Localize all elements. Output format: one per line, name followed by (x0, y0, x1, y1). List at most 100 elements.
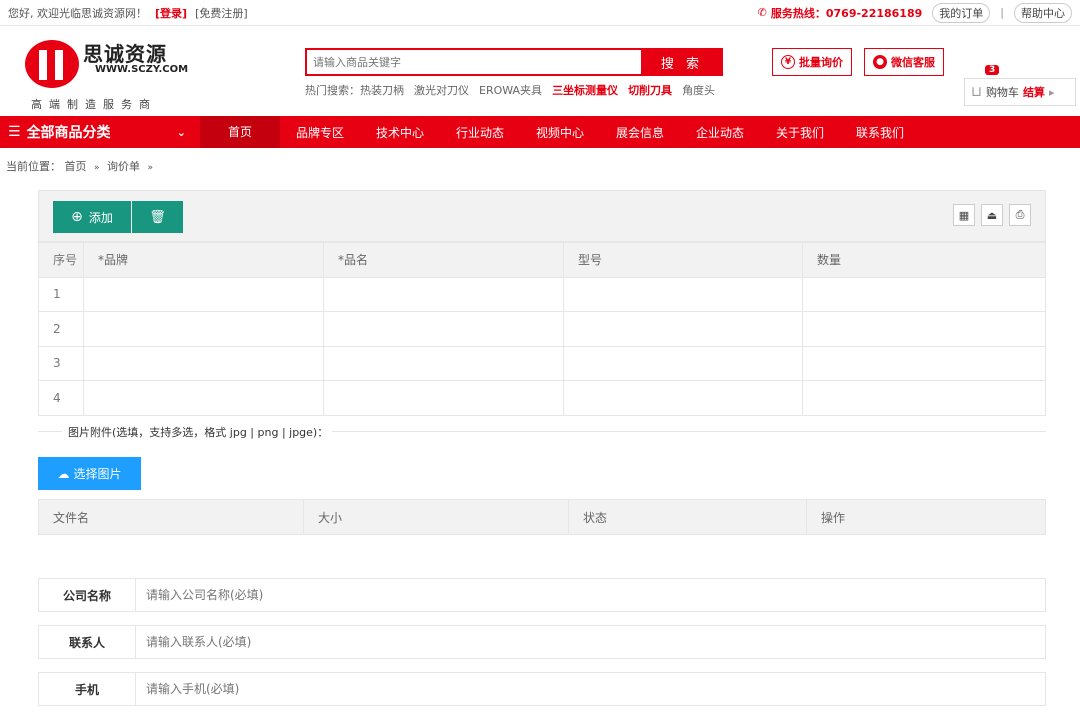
product-name-cell[interactable] (323, 276, 564, 312)
login-link[interactable]: [登录] (155, 5, 187, 21)
col-size: 大小 (303, 499, 569, 535)
inquiry-table: 序号 *品牌 *品名 型号 数量 1 2 3 4 (38, 242, 1046, 416)
chevron-down-icon: ⌄ (176, 125, 186, 139)
cart-settle[interactable]: 结算 (1023, 84, 1045, 100)
wechat-service-label: 微信客服 (891, 56, 935, 69)
attachment-title: 图片附件(选填，支持多选，格式 jpg | png | jpge)： (64, 424, 333, 440)
nav-item-exhibition[interactable]: 展会信息 (600, 124, 680, 141)
hot-search-item[interactable]: 角度头 (682, 82, 715, 98)
breadcrumb-home[interactable]: 首页 (65, 160, 87, 173)
hot-search-item[interactable]: EROWA夹具 (479, 82, 542, 98)
file-list-table: 文件名 大小 状态 操作 (38, 499, 1046, 535)
product-name-cell[interactable] (323, 380, 564, 416)
brand-cell[interactable] (83, 380, 324, 416)
top-bar: 您好, 欢迎光临思诚资源网！ [登录] [免费注册] ✆ 服务热线：0769-2… (0, 0, 1080, 26)
wechat-service-button[interactable]: ● 微信客服 (864, 48, 944, 76)
help-center-link[interactable]: 帮助中心 (1014, 2, 1072, 23)
inquiry-toolbar: ⊕ 添加 🗑︎ ▦ ⏏ ⎙ (38, 190, 1046, 242)
breadcrumb-label: 当前位置： (6, 160, 61, 173)
model-cell[interactable] (563, 311, 803, 347)
row-index: 1 (38, 276, 84, 312)
columns-icon[interactable]: ▦ (953, 204, 975, 226)
col-action: 操作 (806, 499, 1046, 535)
search-button[interactable]: 搜 索 (641, 48, 723, 76)
hot-search-item[interactable]: 切削刀具 (628, 82, 672, 98)
hot-search-item[interactable]: 激光对刀仪 (414, 82, 469, 98)
quantity-cell[interactable] (802, 380, 1046, 416)
register-link[interactable]: [免费注册] (195, 5, 248, 21)
file-table-header: 文件名 大小 状态 操作 (38, 499, 1046, 535)
contact-row: 联系人 (38, 625, 1046, 659)
phone-input[interactable] (136, 673, 1045, 705)
contact-label: 联系人 (39, 626, 136, 658)
brand-cell[interactable] (83, 276, 324, 312)
logo-slogan: 高端制造服务商 (31, 98, 157, 111)
bulk-inquiry-button[interactable]: ¥ 批量询价 (772, 48, 852, 76)
product-name-cell[interactable] (323, 311, 564, 347)
site-logo[interactable]: 思诚资源 WWW.SCZY.COM 高端制造服务商 (25, 38, 189, 111)
col-filename: 文件名 (38, 499, 304, 535)
quantity-cell[interactable] (802, 276, 1046, 312)
nav-item-about[interactable]: 关于我们 (760, 124, 840, 141)
nav-item-tech[interactable]: 技术中心 (360, 124, 440, 141)
my-orders-link[interactable]: 我的订单 (932, 2, 991, 23)
row-index: 2 (38, 311, 84, 347)
model-cell[interactable] (563, 380, 803, 416)
breadcrumb: 当前位置： 首页 » 询价单 » (6, 158, 157, 174)
hotline-text: 服务热线：0769-22186189 (770, 6, 923, 20)
all-categories-menu[interactable]: ☰ 全部商品分类 ⌄ (0, 116, 200, 148)
wechat-icon: ● (873, 55, 887, 69)
header: 思诚资源 WWW.SCZY.COM 高端制造服务商 搜 索 热门搜索： 热装刀柄… (0, 26, 1080, 116)
search-bar: 搜 索 (305, 48, 723, 76)
hot-search-item[interactable]: 三坐标测量仪 (552, 82, 618, 98)
table-row: 4 (38, 380, 1046, 416)
brand-cell[interactable] (83, 311, 324, 347)
nav-item-home[interactable]: 首页 (200, 116, 280, 148)
company-name-label: 公司名称 (39, 579, 136, 611)
logo-url: WWW.SCZY.COM (95, 64, 189, 75)
yen-icon: ¥ (781, 55, 795, 69)
phone-icon: ✆ (757, 6, 767, 19)
table-tools: ▦ ⏏ ⎙ (953, 204, 1031, 226)
nav-item-contact[interactable]: 联系我们 (840, 124, 920, 141)
delete-row-button[interactable]: 🗑︎ (132, 201, 183, 233)
table-header-row: 序号 *品牌 *品名 型号 数量 (38, 242, 1046, 278)
contact-input[interactable] (136, 626, 1045, 658)
print-icon[interactable]: ⎙ (1009, 204, 1031, 226)
add-label: 添加 (88, 210, 113, 225)
choose-image-label: 选择图片 (73, 467, 122, 481)
quantity-cell[interactable] (802, 345, 1046, 381)
model-cell[interactable] (563, 345, 803, 381)
add-icon: ⊕ (71, 209, 83, 225)
welcome-text: 您好, 欢迎光临思诚资源网！ (8, 6, 147, 20)
table-row: 1 (38, 276, 1046, 312)
quantity-cell[interactable] (802, 311, 1046, 347)
logo-mark-icon (25, 40, 79, 88)
product-name-cell[interactable] (323, 345, 564, 381)
bulk-inquiry-label: 批量询价 (799, 56, 843, 69)
breadcrumb-inquiry[interactable]: 询价单 (107, 160, 140, 173)
row-index: 4 (38, 380, 84, 416)
brand-cell[interactable] (83, 345, 324, 381)
col-status: 状态 (568, 499, 807, 535)
divider (318, 431, 1046, 432)
company-name-row: 公司名称 (38, 578, 1046, 612)
nav-item-industry[interactable]: 行业动态 (440, 124, 520, 141)
divider (38, 431, 62, 432)
add-row-button[interactable]: ⊕ 添加 (53, 201, 131, 233)
cart-button[interactable]: 3 ⊔ 购物车 结算 ▸ (964, 65, 1076, 106)
nav-item-company-news[interactable]: 企业动态 (680, 124, 760, 141)
nav-item-video[interactable]: 视频中心 (520, 124, 600, 141)
hot-searches: 热门搜索： 热装刀柄 激光对刀仪 EROWA夹具 三坐标测量仪 切削刀具 角度头 (305, 82, 715, 98)
breadcrumb-sep: » (147, 163, 154, 173)
company-name-input[interactable] (136, 579, 1045, 611)
search-input[interactable] (305, 48, 641, 76)
model-cell[interactable] (563, 276, 803, 312)
export-icon[interactable]: ⏏ (981, 204, 1003, 226)
col-quantity: 数量 (802, 242, 1046, 278)
choose-image-button[interactable]: ☁ 选择图片 (38, 457, 141, 490)
nav-item-brands[interactable]: 品牌专区 (280, 124, 360, 141)
top-separator: | (1000, 6, 1004, 19)
hot-search-item[interactable]: 热装刀柄 (360, 82, 404, 98)
cart-arrow-icon: ▸ (1048, 85, 1055, 99)
